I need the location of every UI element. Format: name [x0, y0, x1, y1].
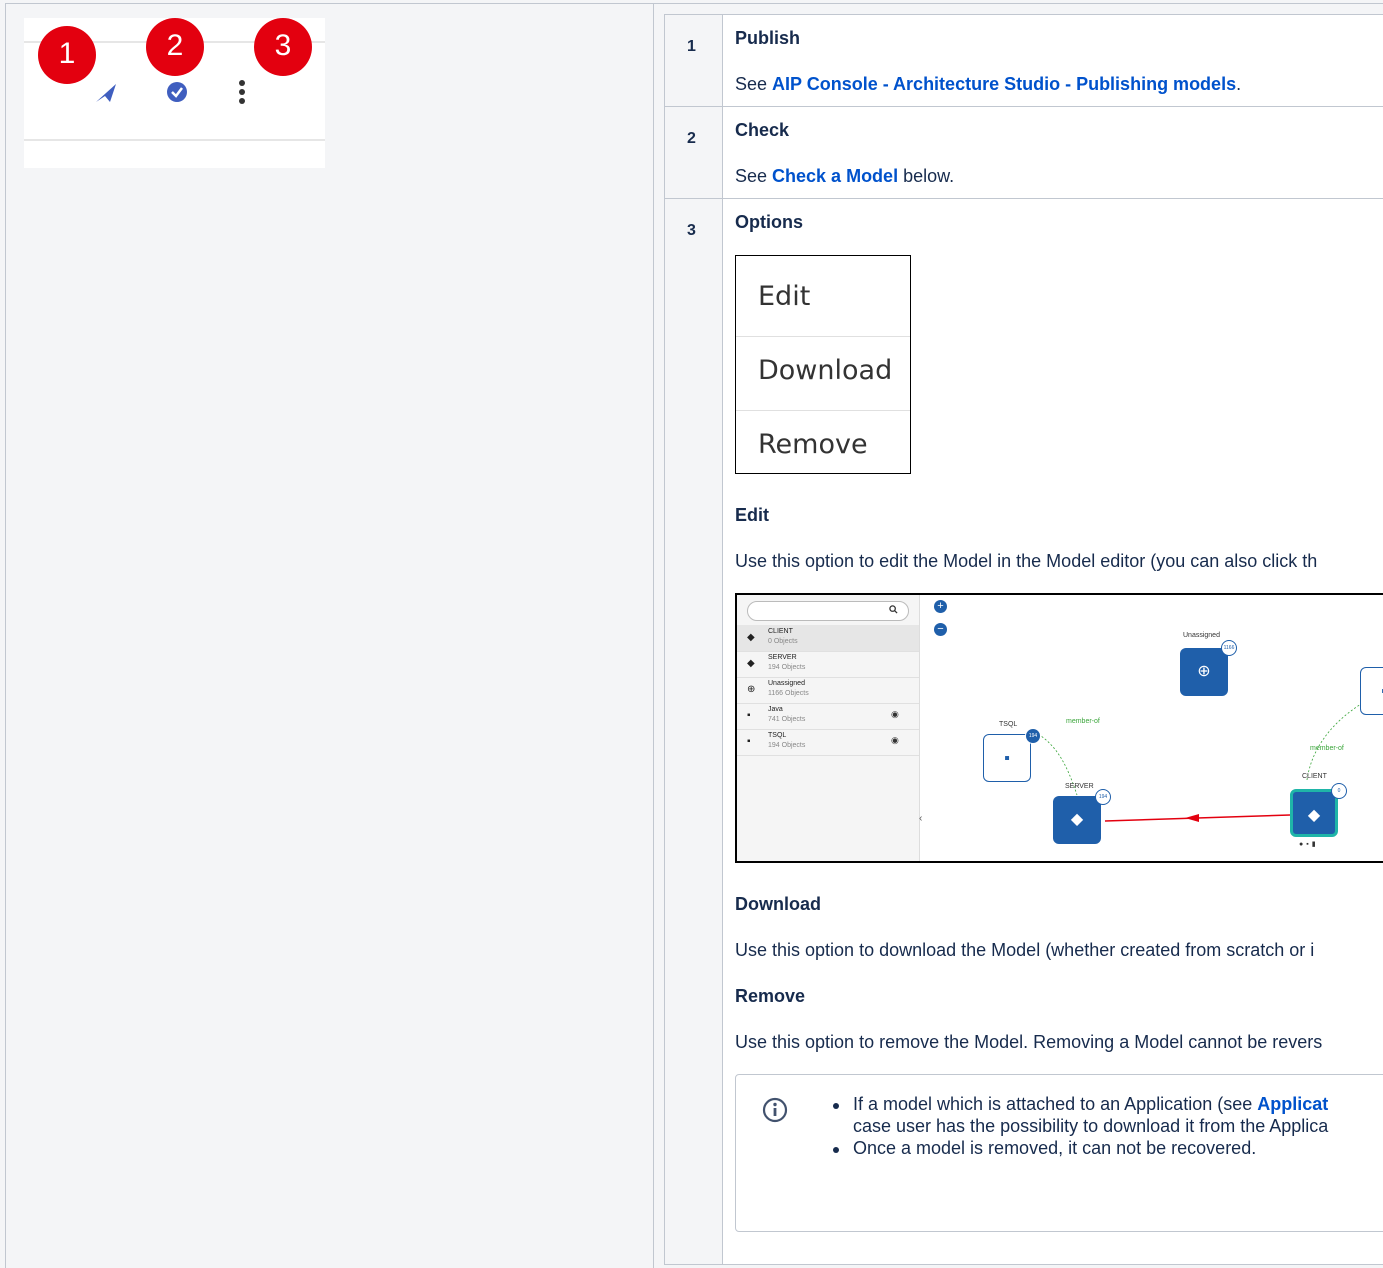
- info-icon: [762, 1097, 788, 1123]
- menu-item-remove[interactable]: Remove: [736, 408, 910, 481]
- download-description: Use this option to download the Model (w…: [735, 940, 1315, 960]
- check-a-model-link[interactable]: Check a Model: [772, 166, 898, 186]
- edge-label: member-of: [1066, 718, 1100, 725]
- info-bullet-1: If a model which is attached to an Appli…: [853, 1094, 1329, 1114]
- column-divider: [653, 3, 654, 1268]
- application-link[interactable]: Applicat: [1257, 1094, 1328, 1114]
- row-number: 3: [687, 222, 696, 239]
- node-count-tsql: 194: [1025, 728, 1041, 744]
- divider: [24, 139, 325, 141]
- toolbar-screenshot: 1 2 3: [24, 18, 325, 168]
- node-count-unassigned: 1166: [1221, 640, 1237, 656]
- table-border-top: [664, 14, 1383, 15]
- callout-badge-2: 2: [146, 18, 204, 76]
- section-heading-remove: Remove: [735, 986, 806, 1006]
- menu-item-edit[interactable]: Edit: [736, 260, 910, 333]
- section-heading-download: Download: [735, 894, 821, 914]
- more-vertical-icon[interactable]: [236, 78, 248, 108]
- send-icon[interactable]: [94, 82, 118, 104]
- row-title-check: Check: [735, 120, 790, 140]
- node-server[interactable]: ◆: [1053, 796, 1101, 844]
- info-panel: If a model which is attached to an Appli…: [735, 1074, 1383, 1232]
- edit-description: Use this option to edit the Model in the…: [735, 551, 1318, 571]
- node-action-icons[interactable]: ●▪▮: [1299, 840, 1319, 848]
- bullet: [833, 1147, 839, 1153]
- node-java[interactable]: ▪: [1360, 667, 1383, 715]
- node-tsql[interactable]: ▪: [983, 734, 1031, 782]
- edge-label: member-of: [1310, 745, 1344, 752]
- row-divider: [664, 198, 1383, 199]
- row-divider: [664, 106, 1383, 107]
- model-editor-screenshot: ◆ CLIENT 0 Objects ◆ SERVER 194 Objects …: [735, 593, 1383, 863]
- row-description: See AIP Console - Architecture Studio - …: [735, 74, 1242, 94]
- remove-description: Use this option to remove the Model. Rem…: [735, 1032, 1323, 1052]
- row-number: 1: [687, 38, 696, 55]
- column-border: [722, 14, 723, 1265]
- node-count-client: 0: [1331, 783, 1347, 799]
- row-number: 2: [687, 130, 696, 147]
- info-bullet-1-continued: case user has the possibility to downloa…: [853, 1116, 1329, 1136]
- table-border-bottom: [664, 1264, 1383, 1265]
- node-label-tsql: TSQL: [999, 721, 1018, 728]
- section-heading-edit: Edit: [735, 505, 769, 525]
- node-client[interactable]: ◆: [1290, 789, 1338, 837]
- row-title-publish: Publish: [735, 28, 801, 48]
- node-count-server: 194: [1095, 789, 1111, 805]
- options-menu-screenshot: Edit Download Remove: [735, 255, 911, 474]
- info-bullet-2: Once a model is removed, it can not be r…: [853, 1138, 1257, 1158]
- callout-badge-1: 1: [38, 26, 96, 84]
- node-label-client: CLIENT: [1302, 773, 1327, 780]
- row-title-options: Options: [735, 212, 803, 232]
- check-circle-icon[interactable]: [166, 81, 188, 103]
- bullet: [833, 1103, 839, 1109]
- number-column: [664, 14, 722, 1265]
- node-label-unassigned: Unassigned: [1183, 632, 1220, 639]
- table-border-left: [664, 14, 665, 1265]
- publishing-models-link[interactable]: AIP Console - Architecture Studio - Publ…: [772, 74, 1236, 94]
- node-unassigned[interactable]: ⊕: [1180, 648, 1228, 696]
- callout-badge-3: 3: [254, 18, 312, 76]
- node-label-server: SERVER: [1065, 783, 1094, 790]
- menu-item-download[interactable]: Download: [736, 334, 910, 407]
- row-description: See Check a Model below.: [735, 166, 955, 186]
